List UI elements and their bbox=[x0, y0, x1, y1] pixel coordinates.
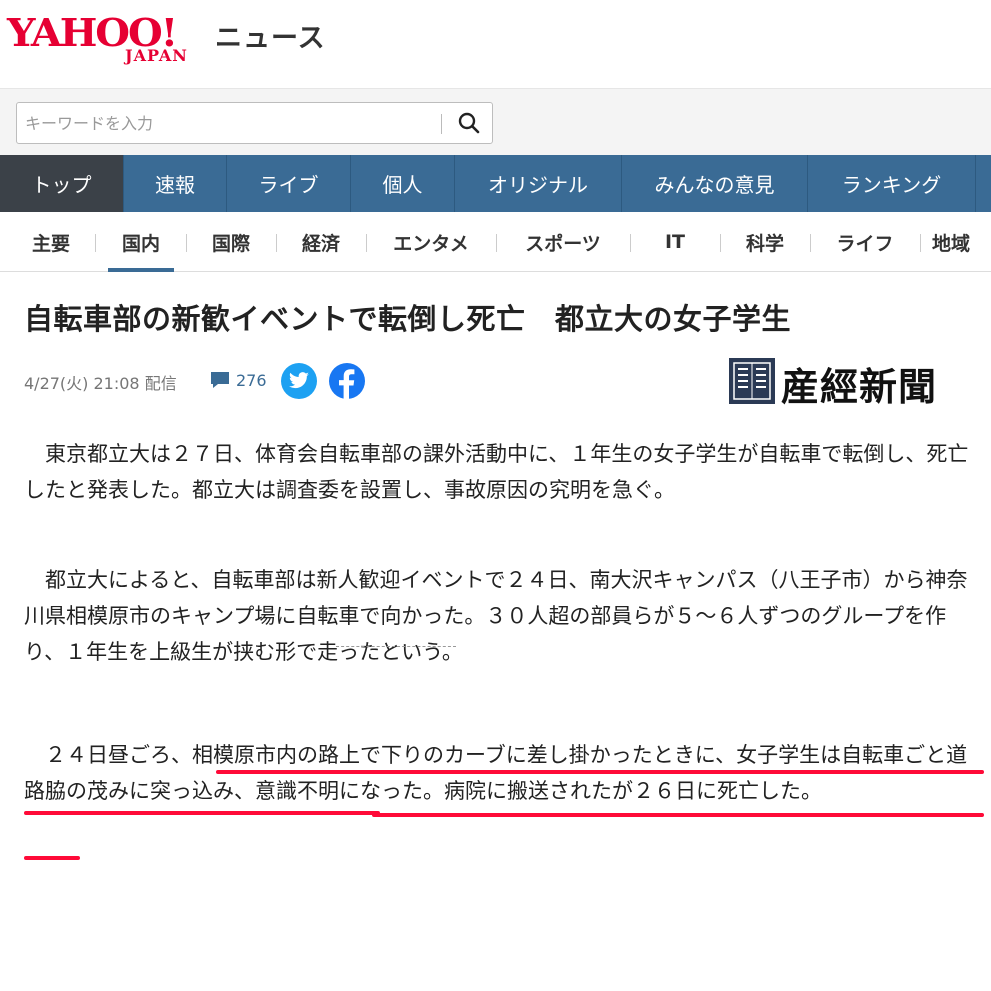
category-nav: 主要 国内 国際 経済 エンタメ スポーツ IT 科学 ライフ 地域 bbox=[0, 212, 991, 272]
category-separator bbox=[920, 234, 921, 252]
category-separator bbox=[95, 234, 96, 252]
annotation-underline bbox=[24, 811, 380, 815]
search-icon bbox=[458, 112, 480, 134]
search-divider bbox=[441, 114, 442, 134]
category-separator bbox=[630, 234, 631, 252]
category-local[interactable]: 地域 bbox=[932, 212, 991, 272]
source-logo[interactable]: 産經新聞 bbox=[729, 356, 985, 409]
yahoo-japan-logo[interactable]: YAHOO! JAPAN bbox=[7, 10, 212, 66]
category-world[interactable]: 国際 bbox=[198, 212, 264, 272]
facebook-share-button[interactable] bbox=[329, 363, 365, 399]
site-header: YAHOO! JAPAN ニュース bbox=[0, 0, 991, 88]
article-paragraph: 東京都立大は２７日、体育会自転車部の課外活動中に、１年生の女子学生が自転車で転倒… bbox=[24, 442, 969, 502]
category-life[interactable]: ライフ bbox=[822, 212, 908, 272]
category-domestic[interactable]: 国内 bbox=[108, 212, 174, 272]
sankei-emblem-icon bbox=[729, 358, 775, 404]
keyword-link-underline[interactable] bbox=[336, 646, 456, 647]
tab-top[interactable]: トップ bbox=[0, 155, 124, 212]
category-economy[interactable]: 経済 bbox=[288, 212, 354, 272]
category-entertainment[interactable]: エンタメ bbox=[378, 212, 484, 272]
category-it[interactable]: IT bbox=[642, 212, 708, 272]
article-paragraph: 都立大によると、自転車部は新人歓迎イベントで２４日、南大沢キャンパス（八王子市）… bbox=[24, 568, 968, 664]
service-name[interactable]: ニュース bbox=[215, 16, 326, 55]
category-science[interactable]: 科学 bbox=[732, 212, 798, 272]
tab-individual[interactable]: 個人 bbox=[351, 155, 455, 212]
search-bar bbox=[0, 88, 991, 155]
logo-sub: JAPAN bbox=[125, 46, 188, 65]
category-separator bbox=[496, 234, 497, 252]
annotation-underline bbox=[216, 770, 984, 774]
category-main[interactable]: 主要 bbox=[16, 212, 86, 272]
twitter-icon bbox=[289, 372, 309, 389]
annotation-underline bbox=[24, 856, 80, 860]
comment-icon bbox=[211, 372, 229, 388]
tab-live[interactable]: ライブ bbox=[227, 155, 351, 212]
source-name: 産經新聞 bbox=[781, 364, 938, 409]
category-sports[interactable]: スポーツ bbox=[508, 212, 618, 272]
tab-breaking[interactable]: 速報 bbox=[124, 155, 227, 212]
primary-nav: トップ 速報 ライブ 個人 オリジナル みんなの意見 ランキング bbox=[0, 155, 991, 212]
tab-opinions[interactable]: みんなの意見 bbox=[622, 155, 808, 212]
category-separator bbox=[276, 234, 277, 252]
tab-ranking[interactable]: ランキング bbox=[808, 155, 976, 212]
category-separator bbox=[186, 234, 187, 252]
article-headline: 自転車部の新歓イベントで転倒し死亡 都立大の女子学生 bbox=[24, 302, 792, 336]
search-button[interactable] bbox=[449, 107, 489, 139]
twitter-share-button[interactable] bbox=[281, 363, 317, 399]
comment-link[interactable]: 276 bbox=[209, 370, 267, 390]
published-datetime: 4/27(火) 21:08 配信 bbox=[24, 374, 177, 393]
category-separator bbox=[810, 234, 811, 252]
category-separator bbox=[720, 234, 721, 252]
facebook-icon bbox=[339, 369, 355, 399]
tab-original[interactable]: オリジナル bbox=[455, 155, 622, 212]
comment-count: 276 bbox=[236, 370, 267, 390]
search-input[interactable] bbox=[25, 109, 430, 137]
annotation-underline bbox=[372, 813, 984, 817]
category-separator bbox=[366, 234, 367, 252]
search-box bbox=[16, 102, 493, 144]
